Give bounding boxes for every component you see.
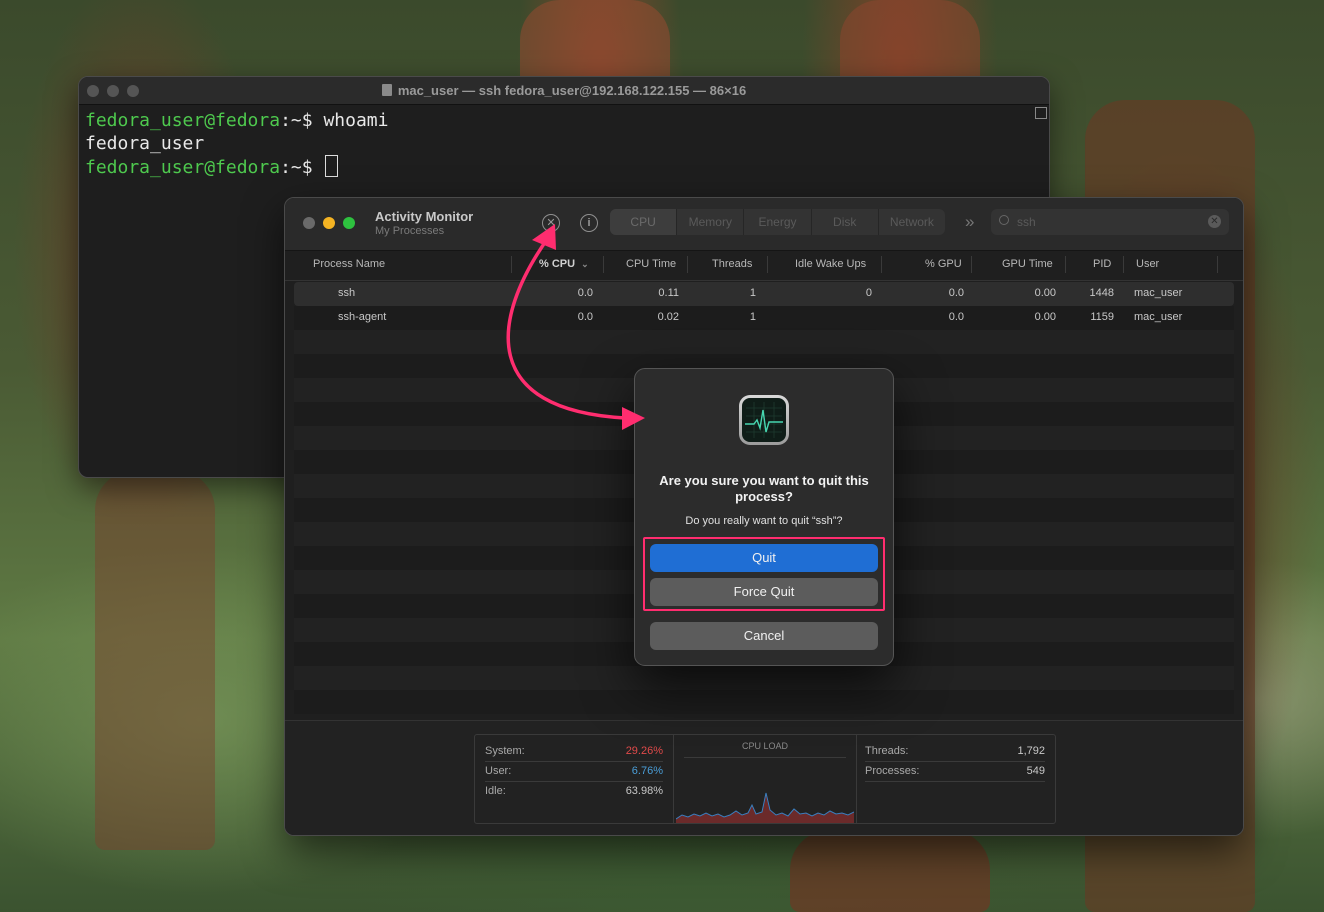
terminal-cursor xyxy=(325,155,339,177)
search-input[interactable]: ssh xyxy=(1017,215,1036,229)
stat-threads: Threads: 1,792 xyxy=(865,741,1045,762)
stat-system: System: 29.26% xyxy=(485,741,663,762)
tab-disk[interactable]: Disk xyxy=(812,209,879,235)
tab-energy[interactable]: Energy xyxy=(744,209,812,235)
quit-process-dialog: Are you sure you want to quit this proce… xyxy=(634,368,894,666)
column-divider xyxy=(1065,256,1066,273)
terminal-content[interactable]: fedora_user@fedora:~$ whoami fedora_user… xyxy=(79,105,1049,183)
empty-row xyxy=(294,330,1234,354)
col-pid[interactable]: PID xyxy=(1093,258,1111,270)
cpu-load-graph: CPU LOAD xyxy=(673,735,857,823)
am-window-controls xyxy=(303,217,355,229)
column-divider xyxy=(687,256,688,273)
column-divider xyxy=(767,256,768,273)
process-stats-panel: Threads: 1,792 Processes: 549 xyxy=(855,735,1055,823)
col-cpu[interactable]: % CPU ⌄ xyxy=(539,258,589,270)
empty-row xyxy=(294,666,1234,690)
dialog-message: Do you really want to quit “ssh”? xyxy=(685,515,843,527)
col-gpu[interactable]: % GPU xyxy=(925,258,962,270)
cpu-usage-panel: System: 29.26% User: 6.76% Idle: 63.98% xyxy=(475,735,673,823)
clear-search-icon[interactable]: ✕ xyxy=(1208,215,1221,228)
am-tab-bar: CPU Memory Energy Disk Network xyxy=(610,209,945,235)
terminal-title: mac_user — ssh fedora_user@192.168.122.1… xyxy=(79,83,1049,98)
table-header: Process Name % CPU ⌄ CPU Time Threads Idl… xyxy=(285,250,1243,281)
wallpaper-tree xyxy=(95,470,215,850)
heartbeat-icon xyxy=(745,402,783,438)
document-icon xyxy=(381,84,392,96)
table-row[interactable]: ssh 0.0 0.11 1 0 0.0 0.00 1448 mac_user xyxy=(294,282,1234,306)
column-divider xyxy=(971,256,972,273)
annotation-highlight-box xyxy=(643,537,885,611)
search-field[interactable]: ssh ✕ xyxy=(991,209,1229,235)
dialog-title: Are you sure you want to quit this proce… xyxy=(659,473,869,504)
column-divider xyxy=(881,256,882,273)
am-subtitle: My Processes xyxy=(375,225,445,237)
column-divider xyxy=(603,256,604,273)
col-threads[interactable]: Threads xyxy=(712,258,752,270)
column-divider xyxy=(1123,256,1124,273)
tab-cpu[interactable]: CPU xyxy=(610,209,678,235)
terminal-line: fedora_user@fedora:~$ xyxy=(85,155,1043,179)
col-user[interactable]: User xyxy=(1136,258,1159,270)
col-process-name[interactable]: Process Name xyxy=(313,258,385,270)
search-icon xyxy=(999,215,1009,225)
tab-memory[interactable]: Memory xyxy=(677,209,745,235)
cancel-button[interactable]: Cancel xyxy=(650,622,878,650)
wallpaper-tree xyxy=(790,830,990,912)
table-row[interactable]: ssh-agent 0.0 0.02 1 0.0 0.00 1159 mac_u… xyxy=(294,306,1234,330)
stat-processes: Processes: 549 xyxy=(865,761,1045,782)
terminal-line: fedora_user xyxy=(85,133,205,154)
column-divider xyxy=(1217,256,1218,273)
zoom-button[interactable] xyxy=(343,217,355,229)
am-title: Activity Monitor xyxy=(375,209,474,224)
stat-idle: Idle: 63.98% xyxy=(485,785,663,797)
stat-user: User: 6.76% xyxy=(485,761,663,782)
column-divider xyxy=(511,256,512,273)
cpu-stats-panel: System: 29.26% User: 6.76% Idle: 63.98% … xyxy=(474,734,1056,824)
info-button[interactable]: i xyxy=(580,214,598,232)
sort-descending-icon: ⌄ xyxy=(581,259,589,269)
empty-row xyxy=(294,690,1234,714)
stop-process-button[interactable]: ✕ xyxy=(542,214,560,232)
tab-network[interactable]: Network xyxy=(879,209,945,235)
terminal-titlebar[interactable]: mac_user — ssh fedora_user@192.168.122.1… xyxy=(79,77,1049,105)
activity-monitor-app-icon xyxy=(739,395,789,445)
terminal-line: fedora_user@fedora:~$ whoami xyxy=(85,110,389,131)
divider xyxy=(684,757,846,758)
am-toolbar: Activity Monitor My Processes ✕ i CPU Me… xyxy=(285,198,1243,251)
col-cpu-time[interactable]: CPU Time xyxy=(626,258,676,270)
am-footer: System: 29.26% User: 6.76% Idle: 63.98% … xyxy=(285,720,1243,835)
cpu-load-chart xyxy=(676,792,854,823)
col-idle-wake-ups[interactable]: Idle Wake Ups xyxy=(795,258,866,270)
chevron-double-right-icon[interactable]: » xyxy=(965,212,974,232)
minimize-button[interactable] xyxy=(323,217,335,229)
col-gpu-time[interactable]: GPU Time xyxy=(1002,258,1053,270)
terminal-scroll-indicator[interactable] xyxy=(1035,107,1047,119)
close-button[interactable] xyxy=(303,217,315,229)
